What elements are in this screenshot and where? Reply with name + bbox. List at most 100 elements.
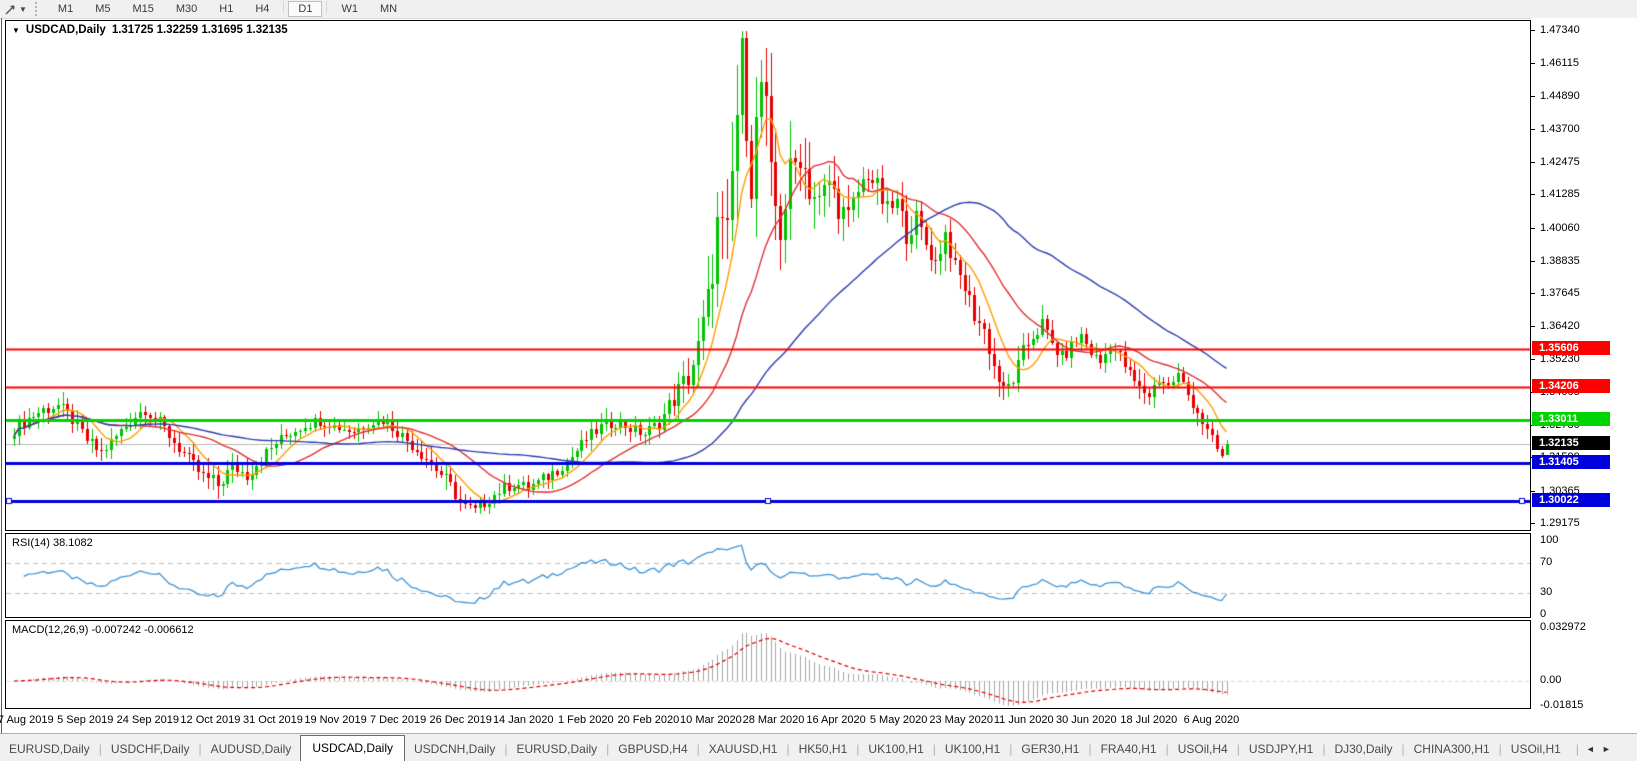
timeframe-toolbar: ▼ M1 M5 M15 M30 H1 H4 D1 W1 MN <box>0 0 1637 19</box>
chart-tab-china300-h1[interactable]: CHINA300,H1 <box>1405 738 1499 761</box>
axis-tick <box>1531 522 1535 524</box>
timeframe-button-h4[interactable]: H4 <box>245 1 279 17</box>
timeframe-buttons: M1 M5 M15 M30 H1 H4 D1 W1 MN <box>47 1 408 17</box>
rsi-axis-label: 100 <box>1540 534 1559 546</box>
date-axis-label: 20 Feb 2020 <box>617 714 680 726</box>
chart-ohlc-values: 1.31725 1.32259 1.31695 1.32135 <box>111 24 288 36</box>
axis-tick <box>1531 63 1535 65</box>
chart-tab-uk100-h1[interactable]: UK100,H1 <box>936 738 1009 761</box>
chart-tab-dj30-daily[interactable]: DJ30,Daily <box>1325 738 1401 761</box>
rsi-label: RSI(14) 38.1082 <box>12 537 93 549</box>
chart-tab-fra40-h1[interactable]: FRA40,H1 <box>1092 738 1166 761</box>
timeframe-button-m1[interactable]: M1 <box>48 1 83 17</box>
symbol-dropdown-icon[interactable]: ▼ <box>12 26 20 35</box>
price-axis[interactable]: 1.47340 1.46115 1.44890 1.43700 1.42475 1.412… <box>1531 18 1637 733</box>
macd-axis-label: 0.032972 <box>1540 621 1586 634</box>
price-chart-canvas[interactable] <box>6 21 1530 530</box>
toolbar-separator <box>326 1 328 13</box>
hline-price-tag: 1.35606 <box>1532 341 1610 356</box>
rsi-canvas[interactable] <box>6 534 1530 617</box>
cursor-icon <box>5 4 15 14</box>
date-axis-label: 19 Nov 2019 <box>304 714 367 726</box>
date-axis-label: 24 Sep 2019 <box>116 714 180 726</box>
date-axis-label: 16 Apr 2020 <box>806 714 866 726</box>
timeframe-button-m5[interactable]: M5 <box>85 1 120 17</box>
axis-tick <box>1531 30 1535 31</box>
date-axis-label: 30 Jun 2020 <box>1056 714 1117 726</box>
chart-tab-ger30-h1[interactable]: GER30,H1 <box>1012 738 1088 761</box>
date-axis-label: 5 May 2020 <box>869 714 928 726</box>
toolbar-grip[interactable] <box>34 2 41 16</box>
axis-tick <box>1531 260 1535 262</box>
chart-tab-usoil-h4[interactable]: USOil,H4 <box>1169 738 1237 761</box>
toolbar-separator <box>283 1 285 13</box>
chart-tab-xauusd-h1[interactable]: XAUUSD,H1 <box>700 738 787 761</box>
rsi-axis-label: 30 <box>1540 585 1553 598</box>
chart-tab-gbpusd-h4[interactable]: GBPUSD,H4 <box>609 738 696 761</box>
window-edge-line <box>1 18 2 733</box>
timeframe-button-h1[interactable]: H1 <box>209 1 243 17</box>
tab-scroll-left-icon[interactable]: ◄ <box>1586 744 1595 754</box>
cursor-tool-button[interactable]: ▼ <box>0 1 31 17</box>
date-axis-label: 7 Dec 2019 <box>369 714 427 726</box>
price-axis-label: 1.44890 <box>1540 90 1580 103</box>
date-axis-label: 12 Oct 2019 <box>180 714 241 726</box>
date-axis-label: 6 Aug 2020 <box>1183 714 1240 726</box>
timeframe-button-w1[interactable]: W1 <box>331 1 368 17</box>
axis-tick <box>1531 326 1535 328</box>
date-axis-label: 28 Mar 2020 <box>742 714 805 726</box>
axis-tick <box>1531 162 1535 164</box>
price-axis-label: 1.29175 <box>1540 516 1580 529</box>
date-axis-label: 31 Oct 2019 <box>242 714 303 726</box>
tab-scroll-right-icon[interactable]: ► <box>1602 744 1611 754</box>
axis-tick <box>1531 128 1535 130</box>
chart-tab-usdcad-daily[interactable]: USDCAD,Daily <box>300 735 405 761</box>
chart-tab-bar: EURUSD,Daily | USDCHF,Daily | AUDUSD,Daily US… <box>0 733 1637 761</box>
price-axis-label: 1.36420 <box>1540 320 1580 333</box>
axis-tick <box>1531 293 1535 295</box>
timeframe-button-m15[interactable]: M15 <box>122 1 163 17</box>
price-axis-label: 1.40060 <box>1540 221 1580 234</box>
timeframe-button-m30[interactable]: M30 <box>166 1 207 17</box>
chart-tab-audusd-daily[interactable]: AUDUSD,Daily <box>202 738 301 761</box>
date-axis-label: 17 Aug 2019 <box>0 714 54 726</box>
chart-tab-usdcnh-daily[interactable]: USDCNH,Daily <box>405 738 504 761</box>
current-price-tag: 1.32135 <box>1532 435 1610 450</box>
chart-tab-uk100-h1[interactable]: UK100,H1 <box>859 738 932 761</box>
macd-label: MACD(12,26,9) -0.007242 -0.006612 <box>12 624 194 636</box>
macd-indicator-panel: MACD(12,26,9) -0.007242 -0.006612 <box>5 620 1531 709</box>
chart-tab-usdjpy-h1[interactable]: USDJPY,H1 <box>1240 738 1322 761</box>
hline-price-tag: 1.34206 <box>1532 379 1610 394</box>
chevron-down-icon: ▼ <box>19 4 27 14</box>
axis-tick <box>1531 96 1535 98</box>
chart-tab-hk50-h1[interactable]: HK50,H1 <box>790 738 857 761</box>
date-axis-label: 1 Feb 2020 <box>557 714 614 726</box>
chart-tab-eurusd-daily[interactable]: EURUSD,Daily <box>507 738 606 761</box>
price-axis-label: 1.42475 <box>1540 156 1580 169</box>
timeframe-button-mn[interactable]: MN <box>370 1 407 17</box>
date-axis-label: 5 Sep 2019 <box>57 714 114 726</box>
chart-title: ▼ USDCAD,Daily 1.31725 1.32259 1.31695 1… <box>12 24 288 36</box>
price-axis-label: 1.46115 <box>1540 57 1579 70</box>
macd-canvas[interactable] <box>6 621 1530 708</box>
chart-symbol-label: USDCAD,Daily <box>25 24 106 36</box>
hline-price-tag: 1.31405 <box>1532 455 1610 470</box>
chart-tab-usdchf-daily[interactable]: USDCHF,Daily <box>102 738 199 761</box>
date-axis-label: 23 May 2020 <box>929 714 993 726</box>
chart-tab-usoil-h1[interactable]: USOil,H1 <box>1502 738 1570 761</box>
price-chart-panel: ▼ USDCAD,Daily 1.31725 1.32259 1.31695 1… <box>5 20 1531 531</box>
price-axis-label: 1.38835 <box>1540 254 1580 267</box>
hline-price-tag: 1.33011 <box>1532 411 1610 426</box>
mt4-window: ▼ M1 M5 M15 M30 H1 H4 D1 W1 MN ▼ USDCAD,Daily 1.… <box>0 0 1637 761</box>
date-axis-label: 26 Dec 2019 <box>429 714 492 726</box>
axis-tick <box>1531 227 1535 229</box>
date-axis[interactable]: 17 Aug 20195 Sep 201924 Sep 201912 Oct 2… <box>0 709 1531 733</box>
tab-separator: | <box>1575 742 1579 756</box>
date-axis-label: 11 Jun 2020 <box>993 714 1054 726</box>
macd-axis-label: -0.01815 <box>1540 699 1584 711</box>
axis-tick <box>1531 490 1535 492</box>
price-axis-label: 1.47340 <box>1540 24 1580 36</box>
rsi-indicator-panel: RSI(14) 38.1082 <box>5 533 1531 618</box>
timeframe-button-d1[interactable]: D1 <box>288 1 323 17</box>
chart-tab-eurusd-daily[interactable]: EURUSD,Daily <box>0 738 99 761</box>
